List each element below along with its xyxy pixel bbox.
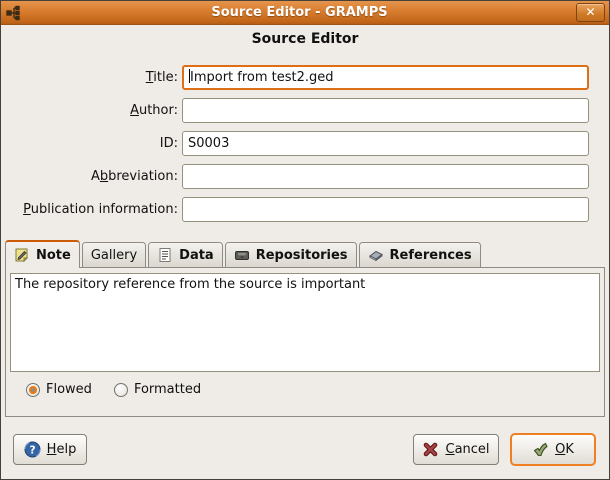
tab-data-label: Data xyxy=(179,248,214,263)
note-text-area[interactable]: The repository reference from the source… xyxy=(10,273,600,372)
title-label: Title: xyxy=(7,70,178,85)
title-row: Title: Import from test2.ged xyxy=(7,65,589,90)
tab-gallery-label: Gallery xyxy=(91,248,137,263)
page-title: Source Editor xyxy=(1,31,609,47)
author-label: Author: xyxy=(7,103,178,118)
tab-note[interactable]: Note xyxy=(5,240,80,268)
document-lines-icon xyxy=(157,247,173,263)
author-input[interactable] xyxy=(182,98,589,123)
dialog-action-area: ? Help Cancel xyxy=(13,433,596,466)
ok-icon xyxy=(532,441,549,458)
id-input[interactable]: S0003 xyxy=(182,131,589,156)
cancel-button[interactable]: Cancel xyxy=(413,434,499,465)
id-label: ID: xyxy=(7,136,178,151)
publication-row: Publication information: xyxy=(7,197,589,222)
window-title: Source Editor - GRAMPS xyxy=(23,5,576,20)
author-row: Author: xyxy=(7,98,589,123)
tab-data[interactable]: Data xyxy=(148,242,223,267)
book-icon xyxy=(368,247,384,263)
note-text: The repository reference from the source… xyxy=(15,277,365,292)
close-icon[interactable]: ✕ xyxy=(576,3,605,22)
abbreviation-input[interactable] xyxy=(182,164,589,189)
svg-text:?: ? xyxy=(29,445,35,457)
tab-gallery[interactable]: Gallery xyxy=(82,242,146,267)
title-input[interactable]: Import from test2.ged xyxy=(182,65,589,90)
formatted-option[interactable]: Formatted xyxy=(114,382,201,397)
id-row: ID: S0003 xyxy=(7,131,589,156)
abbreviation-row: Abbreviation: xyxy=(7,164,589,189)
formatted-radio-icon[interactable] xyxy=(114,383,128,397)
publication-input[interactable] xyxy=(182,197,589,222)
help-button[interactable]: ? Help xyxy=(13,434,87,465)
tab-references-label: References xyxy=(390,248,472,263)
ok-button-label: OK xyxy=(555,442,574,457)
flowed-label: Flowed xyxy=(46,382,92,397)
source-form: Title: Import from test2.ged Author: ID:… xyxy=(1,65,609,230)
tab-repositories[interactable]: Repositories xyxy=(225,242,357,267)
tab-note-label: Note xyxy=(36,248,71,263)
cancel-icon xyxy=(422,441,439,458)
source-editor-dialog: Source Editor - GRAMPS ✕ Source Editor T… xyxy=(0,0,610,480)
tab-repositories-label: Repositories xyxy=(256,248,348,263)
note-tab-page: The repository reference from the source… xyxy=(5,267,605,417)
note-icon xyxy=(14,247,30,263)
notebook-tabs: Note Gallery Data xyxy=(5,240,483,268)
flowed-radio-icon[interactable] xyxy=(26,383,40,397)
cancel-button-label: Cancel xyxy=(445,442,489,457)
flowed-option[interactable]: Flowed xyxy=(26,382,92,397)
help-icon: ? xyxy=(24,441,41,458)
gramps-window-icon xyxy=(5,5,23,21)
format-radio-group: Flowed Formatted xyxy=(26,382,223,397)
abbreviation-label: Abbreviation: xyxy=(7,169,178,184)
tab-references[interactable]: References xyxy=(359,242,481,267)
publication-label: Publication information: xyxy=(7,202,178,217)
titlebar[interactable]: Source Editor - GRAMPS ✕ xyxy=(1,1,609,25)
help-button-label: Help xyxy=(47,442,77,457)
archive-icon xyxy=(234,247,250,263)
ok-button[interactable]: OK xyxy=(510,433,596,466)
formatted-label: Formatted xyxy=(134,382,201,397)
